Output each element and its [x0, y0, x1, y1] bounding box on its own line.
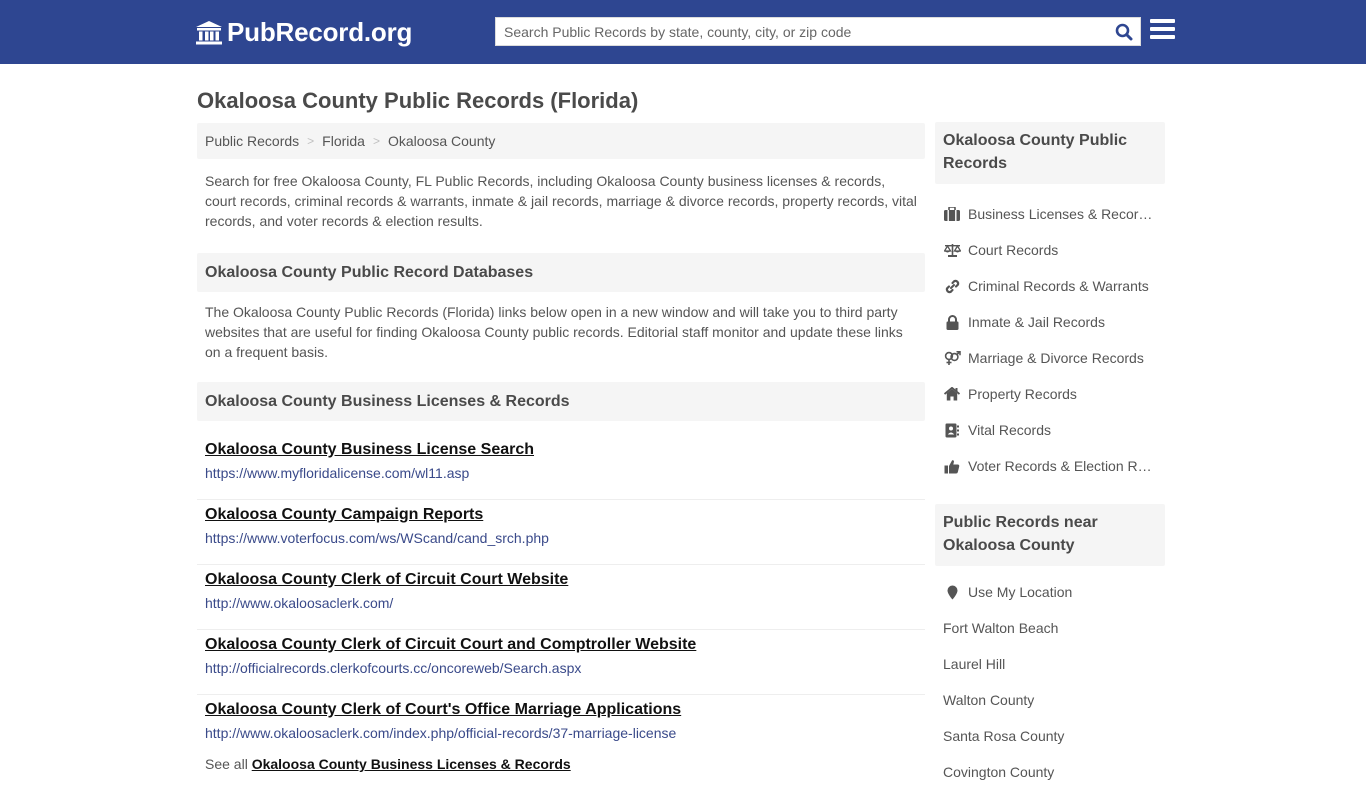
sidebar-item-label: Vital Records — [968, 422, 1052, 438]
breadcrumb: Public Records > Florida > Okaloosa Coun… — [197, 123, 925, 159]
record-link-url: http://officialrecords.clerkofcourts.cc/… — [205, 660, 582, 676]
breadcrumb-separator: > — [307, 134, 315, 148]
nearby-link[interactable]: Covington County — [935, 754, 1165, 790]
site-logo[interactable]: PubRecord.org — [195, 17, 412, 48]
search-icon — [1115, 23, 1133, 40]
sidebar-item-criminal-records[interactable]: Criminal Records & Warrants — [935, 268, 1165, 304]
search-input[interactable] — [496, 18, 1108, 45]
menu-bar-icon — [1150, 27, 1175, 31]
record-link-url: http://www.okaloosaclerk.com/ — [205, 595, 394, 611]
breadcrumb-separator: > — [372, 134, 380, 148]
business-licenses-heading: Okaloosa County Business Licenses & Reco… — [197, 382, 925, 421]
lock-icon — [943, 314, 961, 330]
sidebar-item-marriage-divorce[interactable]: Marriage & Divorce Records — [935, 340, 1165, 376]
menu-bar-icon — [1150, 19, 1175, 23]
sidebar-records-heading: Okaloosa County Public Records — [935, 122, 1165, 184]
record-link-title[interactable]: Okaloosa County Clerk of Circuit Court W… — [205, 569, 917, 591]
sidebar-item-label: Court Records — [968, 242, 1059, 258]
sidebar-item-voter-records[interactable]: Voter Records & Election Results — [935, 448, 1165, 484]
sidebar-item-court-records[interactable]: Court Records — [935, 232, 1165, 268]
sidebar-item-label: Business Licenses & Records — [968, 206, 1153, 222]
main-content: Okaloosa County Public Records (Florida)… — [197, 64, 925, 772]
list-item: Okaloosa County Campaign Reports https:/… — [197, 500, 925, 565]
sidebar-item-property-records[interactable]: Property Records — [935, 376, 1165, 412]
gender-icon — [943, 350, 961, 366]
search-bar — [495, 17, 1141, 46]
nearby-link[interactable]: Santa Rosa County — [935, 718, 1165, 754]
record-link-title[interactable]: Okaloosa County Clerk of Court's Office … — [205, 699, 917, 721]
search-button[interactable] — [1108, 18, 1140, 45]
link-icon — [943, 278, 961, 294]
databases-heading: Okaloosa County Public Record Databases — [197, 253, 925, 292]
sidebar-records-list: Business Licenses & Records Court Record… — [935, 196, 1165, 484]
databases-description: The Okaloosa County Public Records (Flor… — [205, 304, 903, 360]
record-link-title[interactable]: Okaloosa County Business License Search — [205, 439, 917, 461]
sidebar-item-label: Inmate & Jail Records — [968, 314, 1105, 330]
site-header: PubRecord.org — [0, 0, 1366, 64]
courthouse-icon — [196, 20, 222, 44]
map-marker-icon — [943, 584, 961, 600]
record-link-list: Okaloosa County Business License Search … — [197, 435, 925, 760]
sidebar-item-label: Marriage & Divorce Records — [968, 350, 1144, 366]
sidebar-item-label: Property Records — [968, 386, 1077, 402]
breadcrumb-florida[interactable]: Florida — [322, 133, 365, 149]
see-all-link[interactable]: Okaloosa County Business Licenses & Reco… — [252, 756, 571, 772]
list-item: Okaloosa County Clerk of Court's Office … — [197, 695, 925, 760]
see-all-prefix: See all — [205, 756, 248, 772]
list-item: Okaloosa County Business License Search … — [197, 435, 925, 500]
address-book-icon — [943, 422, 961, 438]
sidebar: Okaloosa County Public Records Business … — [935, 122, 1165, 790]
nearby-link[interactable]: Laurel Hill — [935, 646, 1165, 682]
record-link-title[interactable]: Okaloosa County Clerk of Circuit Court a… — [205, 634, 917, 656]
record-link-title[interactable]: Okaloosa County Campaign Reports — [205, 504, 917, 526]
thumbs-up-icon — [943, 458, 961, 474]
list-item: Okaloosa County Clerk of Circuit Court W… — [197, 565, 925, 630]
breadcrumb-public-records[interactable]: Public Records — [205, 133, 299, 149]
sidebar-nearby-heading: Public Records near Okaloosa County — [935, 504, 1165, 566]
scale-icon — [943, 242, 961, 258]
see-all-row: See all Okaloosa County Business License… — [197, 756, 925, 772]
nearby-link[interactable]: Fort Walton Beach — [935, 610, 1165, 646]
home-icon — [943, 386, 961, 402]
logo-text: PubRecord.org — [227, 17, 413, 47]
record-link-url: https://www.myfloridalicense.com/wl11.as… — [205, 465, 470, 481]
page-title: Okaloosa County Public Records (Florida) — [197, 88, 639, 113]
list-item: Okaloosa County Clerk of Circuit Court a… — [197, 630, 925, 695]
nearby-link[interactable]: Walton County — [935, 682, 1165, 718]
hamburger-menu-button[interactable] — [1150, 19, 1175, 43]
sidebar-item-label: Voter Records & Election Results — [968, 458, 1153, 474]
breadcrumb-okaloosa-county[interactable]: Okaloosa County — [388, 133, 495, 149]
use-my-location-label: Use My Location — [968, 584, 1073, 600]
intro-text: Search for free Okaloosa County, FL Publ… — [205, 173, 917, 229]
menu-bar-icon — [1150, 35, 1175, 39]
record-link-url: https://www.voterfocus.com/ws/WScand/can… — [205, 530, 549, 546]
sidebar-item-inmate-jail[interactable]: Inmate & Jail Records — [935, 304, 1165, 340]
record-link-url: http://www.okaloosaclerk.com/index.php/o… — [205, 725, 677, 741]
nearby-list: Use My Location Fort Walton Beach Laurel… — [935, 574, 1165, 790]
briefcase-icon — [943, 206, 961, 222]
sidebar-item-label: Criminal Records & Warrants — [968, 278, 1149, 294]
use-my-location-button[interactable]: Use My Location — [935, 574, 1165, 610]
sidebar-item-vital-records[interactable]: Vital Records — [935, 412, 1165, 448]
sidebar-item-business-licenses[interactable]: Business Licenses & Records — [935, 196, 1165, 232]
